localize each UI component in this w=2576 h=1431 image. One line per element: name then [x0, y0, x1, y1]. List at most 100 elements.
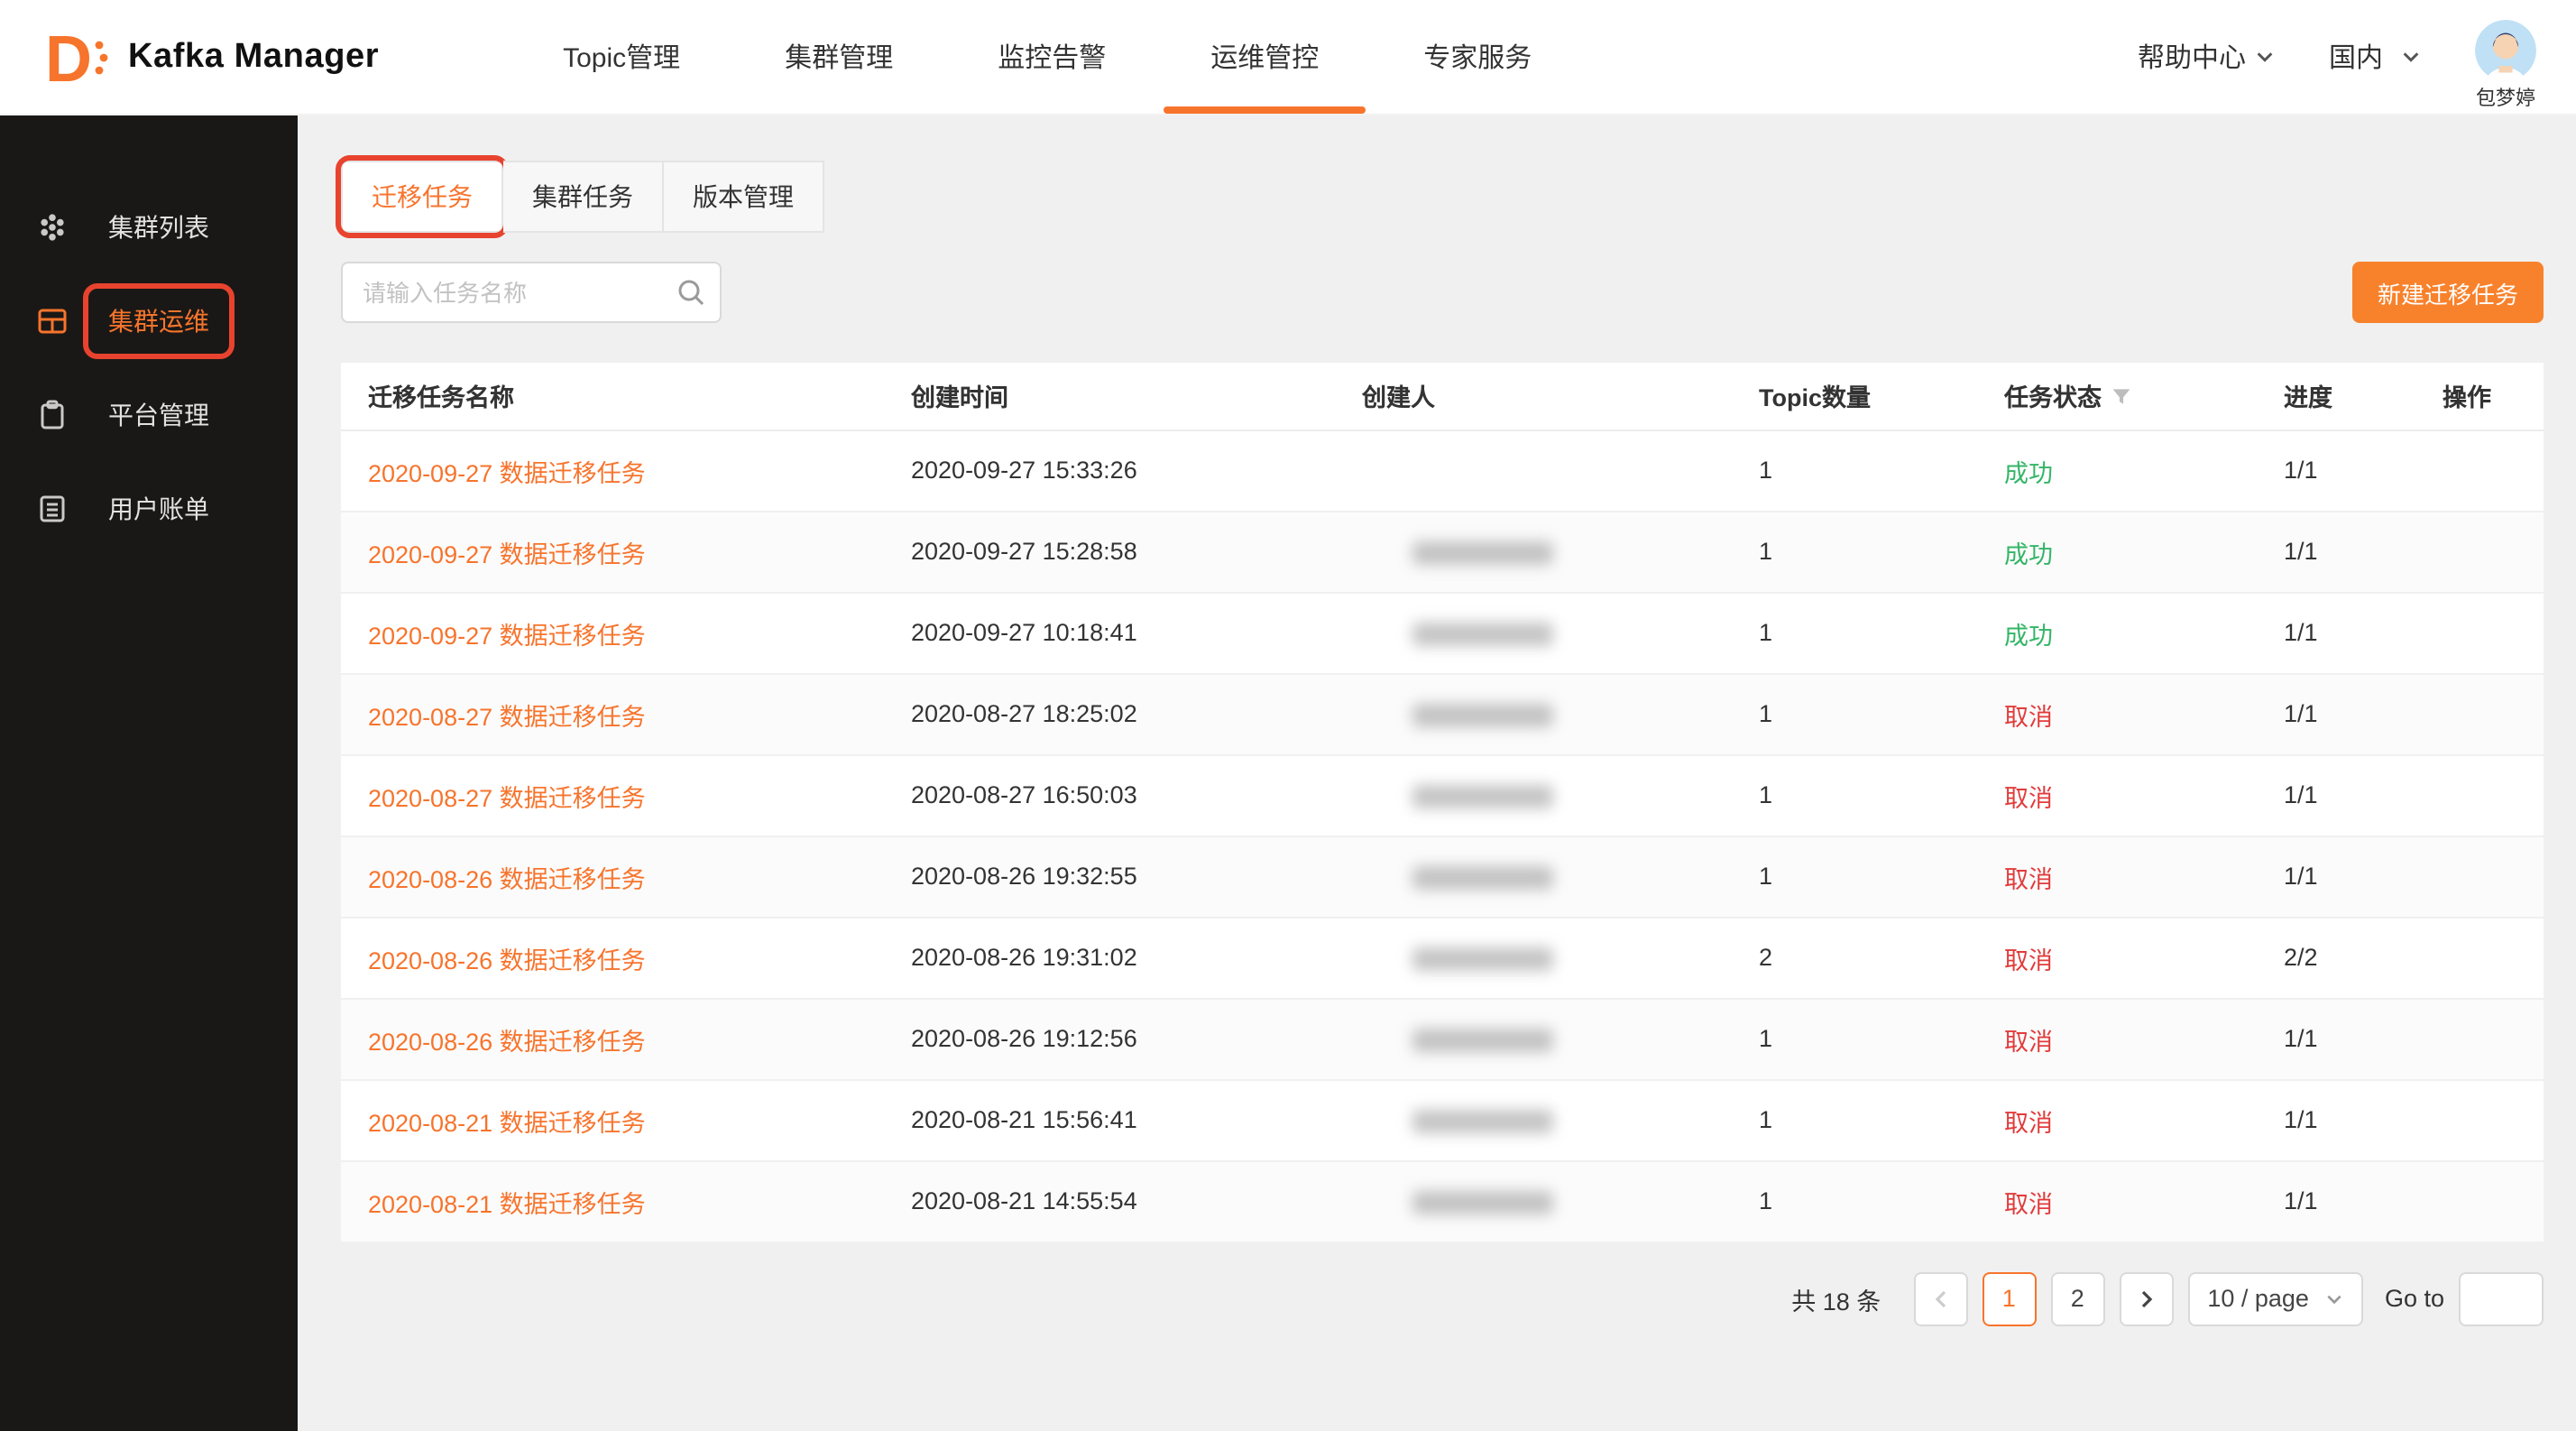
cell-task-status: 成功 — [1990, 511, 2269, 592]
cell-topic-count: 2 — [1744, 917, 1990, 998]
cell-progress: 1/1 — [2269, 673, 2428, 754]
page-size-select[interactable]: 10 / page — [2187, 1271, 2363, 1325]
cell-progress: 2/2 — [2269, 917, 2428, 998]
status-badge: 取消 — [2004, 1028, 2053, 1055]
top-nav-item[interactable]: 专家服务 — [1423, 0, 1532, 114]
search-input[interactable] — [341, 262, 722, 323]
cell-created-time: 2020-08-21 14:55:54 — [897, 1160, 1348, 1242]
user-menu[interactable]: 包梦婷 — [2475, 20, 2536, 112]
table-row: 2020-08-26 数据迁移任务 2020-08-26 19:12:56 1 … — [341, 998, 2544, 1079]
toolbar: 新建迁移任务 — [341, 262, 2544, 323]
cell-creator — [1348, 836, 1744, 917]
prev-page-button[interactable] — [1913, 1271, 1967, 1325]
status-badge: 取消 — [2004, 946, 2053, 974]
cell-task-name: 2020-08-26 数据迁移任务 — [341, 998, 897, 1079]
tab-cluster-tasks[interactable]: 集群任务 — [503, 161, 664, 233]
top-nav: Topic管理 集群管理 监控告警 运维管控 专家服务 — [563, 0, 1532, 114]
cell-created-time: 2020-09-27 15:28:58 — [897, 511, 1348, 592]
cell-creator — [1348, 754, 1744, 836]
top-nav-item[interactable]: Topic管理 — [563, 0, 680, 114]
task-name-link[interactable]: 2020-08-21 数据迁移任务 — [368, 1190, 646, 1217]
cell-actions — [2428, 592, 2544, 673]
table-row: 2020-08-26 数据迁移任务 2020-08-26 19:31:02 2 … — [341, 917, 2544, 998]
sidebar-item-label: 用户账单 — [83, 471, 235, 547]
status-badge: 取消 — [2004, 784, 2053, 811]
sidebar-item-billing[interactable]: 用户账单 — [0, 462, 298, 556]
sidebar-item-label: 平台管理 — [83, 377, 235, 453]
sidebar-item-cluster-list[interactable]: 集群列表 — [0, 180, 298, 274]
tab-migration-tasks[interactable]: 迁移任务 — [341, 161, 503, 233]
cell-topic-count: 1 — [1744, 511, 1990, 592]
cell-progress: 1/1 — [2269, 754, 2428, 836]
cell-task-name: 2020-08-27 数据迁移任务 — [341, 754, 897, 836]
task-name-link[interactable]: 2020-09-27 数据迁移任务 — [368, 622, 646, 649]
search-icon[interactable] — [676, 278, 705, 307]
user-avatar[interactable] — [2475, 20, 2536, 81]
header-right: 帮助中心 国内 — [2138, 2, 2536, 112]
top-nav-item[interactable]: 监控告警 — [998, 0, 1106, 114]
sidebar-item-cluster-ops[interactable]: 集群运维 — [0, 274, 298, 368]
creator-value-blurred — [1412, 704, 1553, 727]
table-row: 2020-09-27 数据迁移任务 2020-09-27 15:28:58 1 … — [341, 511, 2544, 592]
cell-created-time: 2020-09-27 10:18:41 — [897, 592, 1348, 673]
task-name-link[interactable]: 2020-09-27 数据迁移任务 — [368, 540, 646, 568]
cell-task-status: 取消 — [1990, 836, 2269, 917]
cell-task-status: 取消 — [1990, 754, 2269, 836]
goto-page-input[interactable] — [2459, 1271, 2544, 1325]
next-page-button[interactable] — [2119, 1271, 2173, 1325]
app-logo-icon: D — [40, 21, 112, 93]
brand: D Kafka Manager — [40, 21, 379, 93]
cell-task-name: 2020-08-21 数据迁移任务 — [341, 1079, 897, 1160]
sidebar-item-label: 集群运维 — [83, 283, 235, 359]
task-name-link[interactable]: 2020-08-21 数据迁移任务 — [368, 1109, 646, 1136]
task-name-link[interactable]: 2020-08-27 数据迁移任务 — [368, 703, 646, 730]
top-nav-item[interactable]: 运维管控 — [1210, 0, 1319, 114]
task-name-link[interactable]: 2020-08-26 数据迁移任务 — [368, 1028, 646, 1055]
cell-creator — [1348, 1079, 1744, 1160]
cluster-ops-table-icon — [36, 305, 69, 337]
page-number-button[interactable]: 2 — [2050, 1271, 2104, 1325]
tab-version-management[interactable]: 版本管理 — [664, 161, 824, 233]
table-row: 2020-08-21 数据迁移任务 2020-08-21 15:56:41 1 … — [341, 1079, 2544, 1160]
cell-topic-count: 1 — [1744, 592, 1990, 673]
region-select[interactable]: 国内 — [2329, 38, 2421, 76]
cell-topic-count: 1 — [1744, 429, 1990, 511]
task-name-link[interactable]: 2020-08-26 数据迁移任务 — [368, 865, 646, 892]
task-name-link[interactable]: 2020-09-27 数据迁移任务 — [368, 459, 646, 486]
cell-task-name: 2020-09-27 数据迁移任务 — [341, 592, 897, 673]
pagination-total: 共 18 条 — [1791, 1280, 1881, 1316]
table-row: 2020-08-21 数据迁移任务 2020-08-21 14:55:54 1 … — [341, 1160, 2544, 1242]
sidebar: 集群列表 集群运维 平台管理 — [0, 115, 298, 1431]
filter-icon[interactable] — [2111, 387, 2132, 409]
cell-created-time: 2020-08-21 15:56:41 — [897, 1079, 1348, 1160]
cell-task-status: 成功 — [1990, 592, 2269, 673]
status-badge: 成功 — [2004, 540, 2053, 568]
cell-created-time: 2020-08-26 19:31:02 — [897, 917, 1348, 998]
create-migration-task-button[interactable]: 新建迁移任务 — [2352, 262, 2544, 323]
cell-progress: 1/1 — [2269, 1160, 2428, 1242]
cell-topic-count: 1 — [1744, 1160, 1990, 1242]
task-name-link[interactable]: 2020-08-27 数据迁移任务 — [368, 784, 646, 811]
table-row: 2020-09-27 数据迁移任务 2020-09-27 15:33:26 1 … — [341, 429, 2544, 511]
chevron-left-icon — [1929, 1288, 1951, 1309]
creator-value-blurred — [1412, 1029, 1553, 1052]
clipboard-icon — [36, 399, 69, 431]
cell-task-status: 取消 — [1990, 998, 2269, 1079]
col-task-status-label: 任务状态 — [2004, 385, 2102, 412]
cell-actions — [2428, 1160, 2544, 1242]
app-root: D Kafka Manager Topic管理 集群管理 监控告警 运维管控 专… — [0, 0, 2576, 1431]
app-title: Kafka Manager — [128, 37, 379, 77]
cell-progress: 1/1 — [2269, 429, 2428, 511]
task-name-link[interactable]: 2020-08-26 数据迁移任务 — [368, 946, 646, 974]
creator-value-blurred — [1412, 623, 1553, 646]
chevron-down-icon — [2401, 47, 2421, 67]
sidebar-item-platform[interactable]: 平台管理 — [0, 368, 298, 462]
cell-task-name: 2020-08-21 数据迁移任务 — [341, 1160, 897, 1242]
top-nav-item[interactable]: 集群管理 — [785, 0, 893, 114]
cell-actions — [2428, 429, 2544, 511]
cell-task-status: 取消 — [1990, 917, 2269, 998]
cell-actions — [2428, 754, 2544, 836]
help-center-menu[interactable]: 帮助中心 — [2138, 38, 2275, 76]
page-number-button[interactable]: 1 — [1982, 1271, 2036, 1325]
creator-value-blurred — [1412, 541, 1553, 565]
